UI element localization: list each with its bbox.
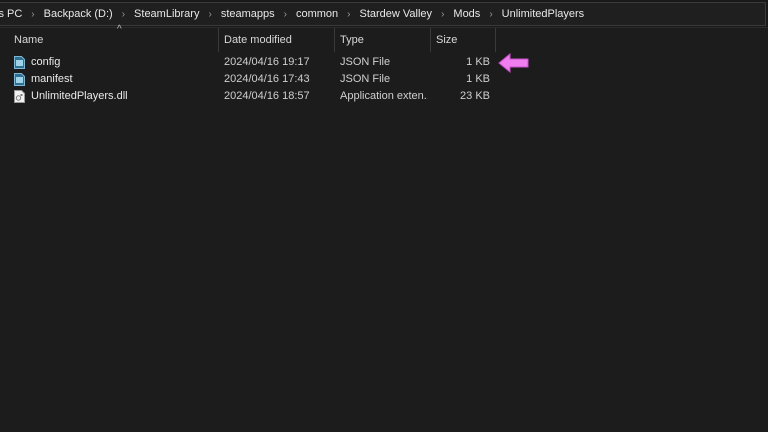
file-list: config 2024/04/16 19:17 JSON File 1 KB m… <box>0 54 768 105</box>
file-name: config <box>31 56 61 68</box>
file-name-cell: UnlimitedPlayers.dll <box>14 88 214 105</box>
breadcrumb-item-steamlibrary[interactable]: SteamLibrary <box>132 8 201 20</box>
breadcrumb-item-common[interactable]: common <box>294 8 340 20</box>
column-header-row: Name ^ Date modified Type Size <box>0 24 768 52</box>
column-header-name[interactable]: Name ^ <box>9 24 219 52</box>
file-name-cell: manifest <box>14 71 214 88</box>
file-name: UnlimitedPlayers.dll <box>31 90 128 102</box>
address-bar: is PC › Backpack (D:) › SteamLibrary › s… <box>0 0 768 28</box>
column-header-size[interactable]: Size <box>431 28 496 52</box>
file-type: JSON File <box>340 73 391 85</box>
chevron-right-icon[interactable]: › <box>434 9 451 20</box>
file-name: manifest <box>31 73 73 85</box>
column-header-date-label: Date modified <box>224 34 292 46</box>
file-size: 1 KB <box>466 56 490 68</box>
column-header-type-label: Type <box>340 34 364 46</box>
dll-file-icon <box>14 90 25 103</box>
file-row-unlimitedplayers-dll[interactable]: UnlimitedPlayers.dll 2024/04/16 18:57 Ap… <box>0 88 768 105</box>
breadcrumb-item-mods[interactable]: Mods <box>451 8 482 20</box>
sort-ascending-icon: ^ <box>117 24 122 35</box>
breadcrumb-item-steamapps[interactable]: steamapps <box>219 8 277 20</box>
file-name-cell: config <box>14 54 214 71</box>
breadcrumb-item-unlimitedplayers[interactable]: UnlimitedPlayers <box>500 8 587 20</box>
file-date: 2024/04/16 19:17 <box>224 56 310 68</box>
file-row-manifest[interactable]: manifest 2024/04/16 17:43 JSON File 1 KB <box>0 71 768 88</box>
file-row-config[interactable]: config 2024/04/16 19:17 JSON File 1 KB <box>0 54 768 71</box>
column-header-type[interactable]: Type <box>335 28 431 52</box>
file-type: JSON File <box>340 56 391 68</box>
file-type: Application exten... <box>340 90 428 102</box>
chevron-right-icon[interactable]: › <box>115 9 132 20</box>
json-file-icon <box>14 56 25 69</box>
file-explorer-window: is PC › Backpack (D:) › SteamLibrary › s… <box>0 0 768 432</box>
file-date: 2024/04/16 18:57 <box>224 90 310 102</box>
arrow-left-icon <box>498 53 529 73</box>
chevron-right-icon[interactable]: › <box>340 9 357 20</box>
column-header-name-label: Name <box>14 34 44 46</box>
chevron-right-icon[interactable]: › <box>482 9 499 20</box>
chevron-right-icon[interactable]: › <box>201 9 218 20</box>
chevron-right-icon[interactable]: › <box>24 9 41 20</box>
file-size: 1 KB <box>466 73 490 85</box>
chevron-right-icon[interactable]: › <box>277 9 294 20</box>
breadcrumb-item-backpack[interactable]: Backpack (D:) <box>42 8 115 20</box>
breadcrumb-item-stardew-valley[interactable]: Stardew Valley <box>358 8 435 20</box>
column-header-date-modified[interactable]: Date modified <box>219 28 335 52</box>
breadcrumb-item-this-pc[interactable]: is PC <box>0 8 24 20</box>
json-file-icon <box>14 73 25 86</box>
file-date: 2024/04/16 17:43 <box>224 73 310 85</box>
column-header-size-label: Size <box>436 34 458 46</box>
file-size: 23 KB <box>460 90 490 102</box>
breadcrumb[interactable]: is PC › Backpack (D:) › SteamLibrary › s… <box>0 2 766 26</box>
